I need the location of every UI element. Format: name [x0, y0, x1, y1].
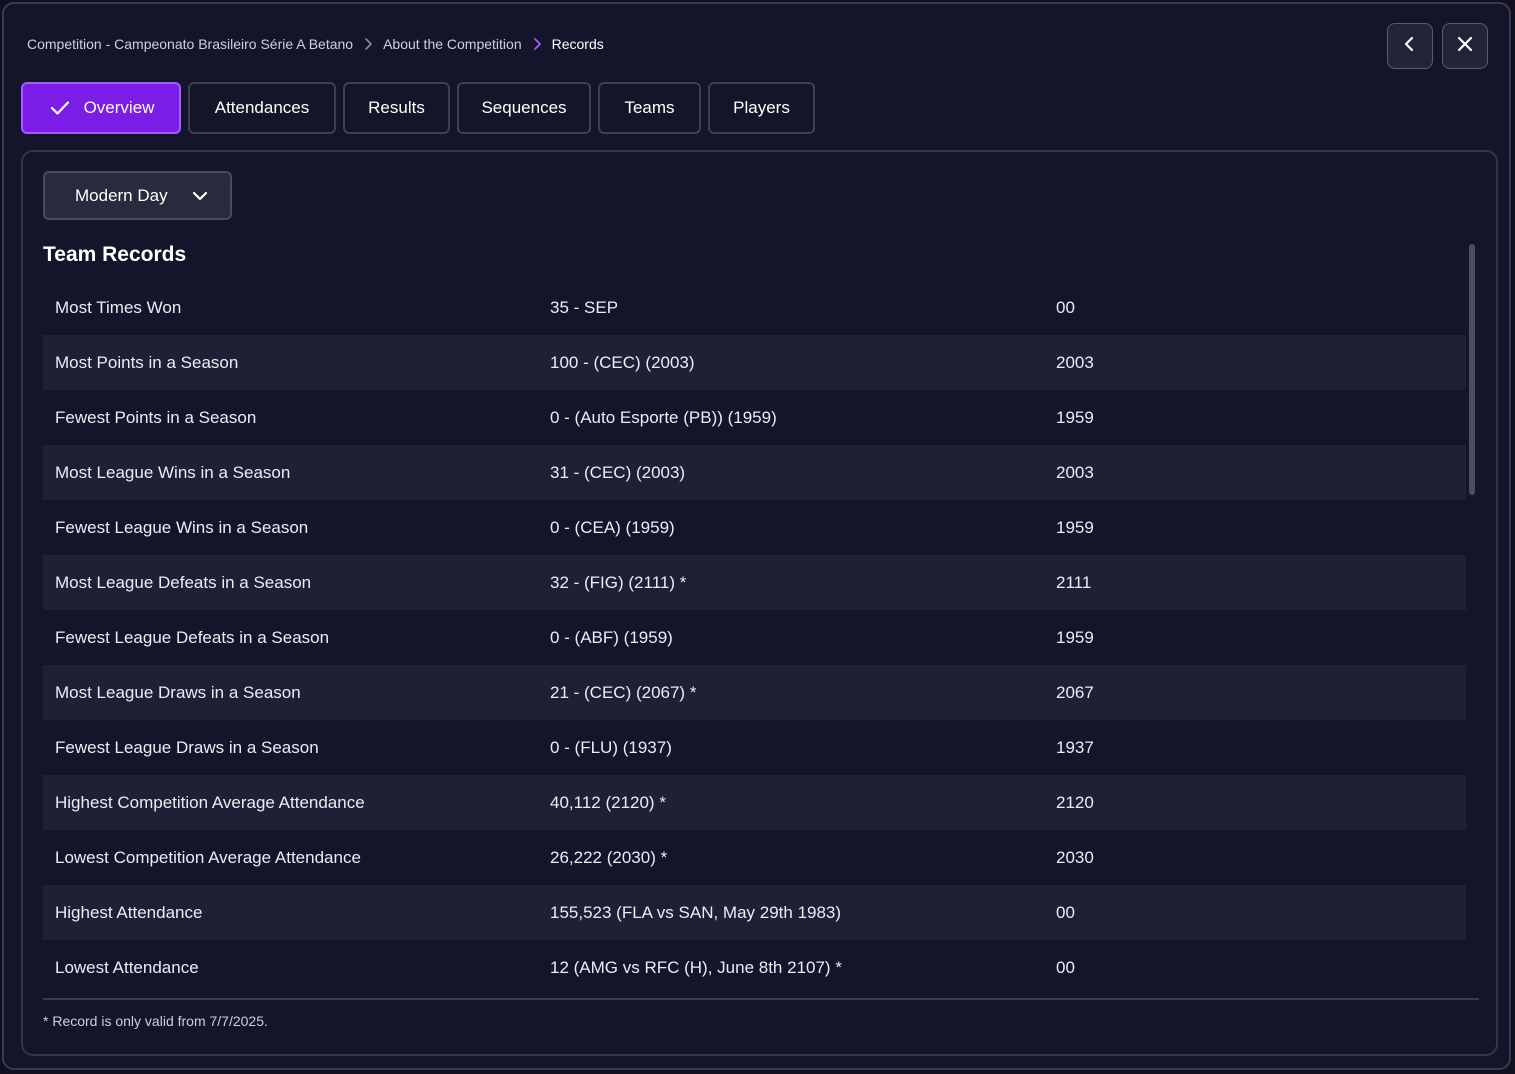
table-row: Lowest Competition Average Attendance 26,…: [43, 830, 1466, 885]
chevron-left-icon: [1400, 34, 1420, 59]
record-value: 155,523 (FLA vs SAN, May 29th 1983): [550, 902, 842, 922]
tab-label: Results: [368, 98, 425, 117]
era-dropdown[interactable]: Modern Day: [43, 171, 232, 220]
table-row: Fewest Points in a Season 0 - (Auto Espor…: [43, 390, 1466, 445]
record-value: 100 - (CEC) (2003): [550, 352, 695, 372]
record-name: Fewest Points in a Season: [55, 407, 257, 427]
records-panel: Modern Day Team Records Most Times Won 35…: [21, 150, 1498, 1056]
record-year: 2003: [1056, 352, 1094, 372]
record-year: 1959: [1056, 407, 1094, 427]
close-button[interactable]: [1442, 23, 1488, 69]
record-name: Fewest League Wins in a Season: [55, 517, 309, 537]
record-value: 21 - (CEC) (2067) *: [550, 682, 697, 702]
record-year: 2067: [1056, 682, 1094, 702]
record-name: Highest Attendance: [55, 902, 203, 922]
footnote: * Record is only valid from 7/7/2025.: [43, 1013, 268, 1029]
record-year: 00: [1056, 297, 1075, 317]
records-table: Most Times Won 35 - SEP 00 Most Points in …: [43, 280, 1466, 995]
record-name: Most League Defeats in a Season: [55, 572, 312, 592]
section-title: Team Records: [43, 243, 187, 266]
record-name: Lowest Competition Average Attendance: [55, 847, 361, 867]
record-name: Lowest Attendance: [55, 957, 199, 977]
record-year: 2120: [1056, 792, 1094, 812]
table-row: Highest Competition Average Attendance 40…: [43, 775, 1466, 830]
chevron-down-icon: [190, 186, 210, 211]
record-year: 1959: [1056, 627, 1094, 647]
back-button[interactable]: [1387, 23, 1433, 69]
tab-overview[interactable]: Overview: [21, 82, 181, 134]
record-name: Highest Competition Average Attendance: [55, 792, 365, 812]
record-name: Fewest League Draws in a Season: [55, 737, 319, 757]
record-value: 0 - (Auto Esporte (PB)) (1959): [550, 407, 777, 427]
table-row: Fewest League Draws in a Season 0 - (FLU)…: [43, 720, 1466, 775]
record-year: 00: [1056, 902, 1075, 922]
table-row: Most League Draws in a Season 21 - (CEC) …: [43, 665, 1466, 720]
chevron-right-icon: [359, 35, 377, 53]
checkmark-icon: [50, 100, 70, 116]
record-value: 0 - (FLU) (1937): [550, 737, 672, 757]
record-year: 00: [1056, 957, 1075, 977]
record-value: 35 - SEP: [550, 297, 619, 317]
breadcrumb-about[interactable]: About the Competition: [383, 36, 522, 52]
record-name: Most League Wins in a Season: [55, 462, 291, 482]
divider: [43, 998, 1479, 1000]
table-row: Highest Attendance 155,523 (FLA vs SAN, M…: [43, 885, 1466, 940]
tab-attendances[interactable]: Attendances: [188, 82, 336, 134]
tab-players[interactable]: Players: [708, 82, 815, 134]
record-value: 0 - (ABF) (1959): [550, 627, 673, 647]
tab-results[interactable]: Results: [343, 82, 450, 134]
close-icon: [1455, 34, 1475, 59]
record-name: Most Times Won: [55, 297, 182, 317]
table-row: Most League Wins in a Season 31 - (CEC) (…: [43, 445, 1466, 500]
record-value: 0 - (CEA) (1959): [550, 517, 675, 537]
table-row: Fewest League Defeats in a Season 0 - (AB…: [43, 610, 1466, 665]
record-value: 12 (AMG vs RFC (H), June 8th 2107) *: [550, 957, 842, 977]
table-row: Fewest League Wins in a Season 0 - (CEA) …: [43, 500, 1466, 555]
tab-label: Sequences: [481, 98, 567, 117]
tab-bar: Overview Attendances Results Sequences T…: [21, 82, 815, 134]
record-name: Most Points in a Season: [55, 352, 239, 372]
tab-label: Teams: [624, 98, 675, 117]
chevron-right-icon: [528, 35, 546, 53]
record-year: 2111: [1056, 572, 1092, 592]
table-row: Lowest Attendance 12 (AMG vs RFC (H), Jun…: [43, 940, 1466, 995]
tab-label: Players: [733, 98, 790, 117]
tab-sequences[interactable]: Sequences: [457, 82, 591, 134]
record-year: 2030: [1056, 847, 1094, 867]
tab-teams[interactable]: Teams: [598, 82, 701, 134]
record-year: 1937: [1056, 737, 1094, 757]
table-row: Most Times Won 35 - SEP 00: [43, 280, 1466, 335]
tab-label: Attendances: [214, 98, 310, 117]
tab-label: Overview: [83, 98, 155, 117]
record-name: Most League Draws in a Season: [55, 682, 301, 702]
record-year: 1959: [1056, 517, 1094, 537]
scrollbar-thumb[interactable]: [1469, 244, 1475, 495]
breadcrumb: Competition - Campeonato Brasileiro Séri…: [27, 35, 604, 53]
breadcrumb-competition[interactable]: Competition - Campeonato Brasileiro Séri…: [27, 36, 353, 52]
record-value: 40,112 (2120) *: [550, 792, 666, 812]
table-row: Most League Defeats in a Season 32 - (FIG…: [43, 555, 1466, 610]
record-year: 2003: [1056, 462, 1094, 482]
breadcrumb-records: Records: [551, 36, 604, 52]
record-value: 26,222 (2030) *: [550, 847, 668, 867]
record-value: 31 - (CEC) (2003): [550, 462, 686, 482]
table-row: Most Points in a Season 100 - (CEC) (2003…: [43, 335, 1466, 390]
record-name: Fewest League Defeats in a Season: [55, 627, 330, 647]
records-window: Competition - Campeonato Brasileiro Séri…: [2, 2, 1511, 1070]
era-dropdown-value: Modern Day: [75, 185, 168, 205]
record-value: 32 - (FIG) (2111) *: [550, 572, 687, 592]
